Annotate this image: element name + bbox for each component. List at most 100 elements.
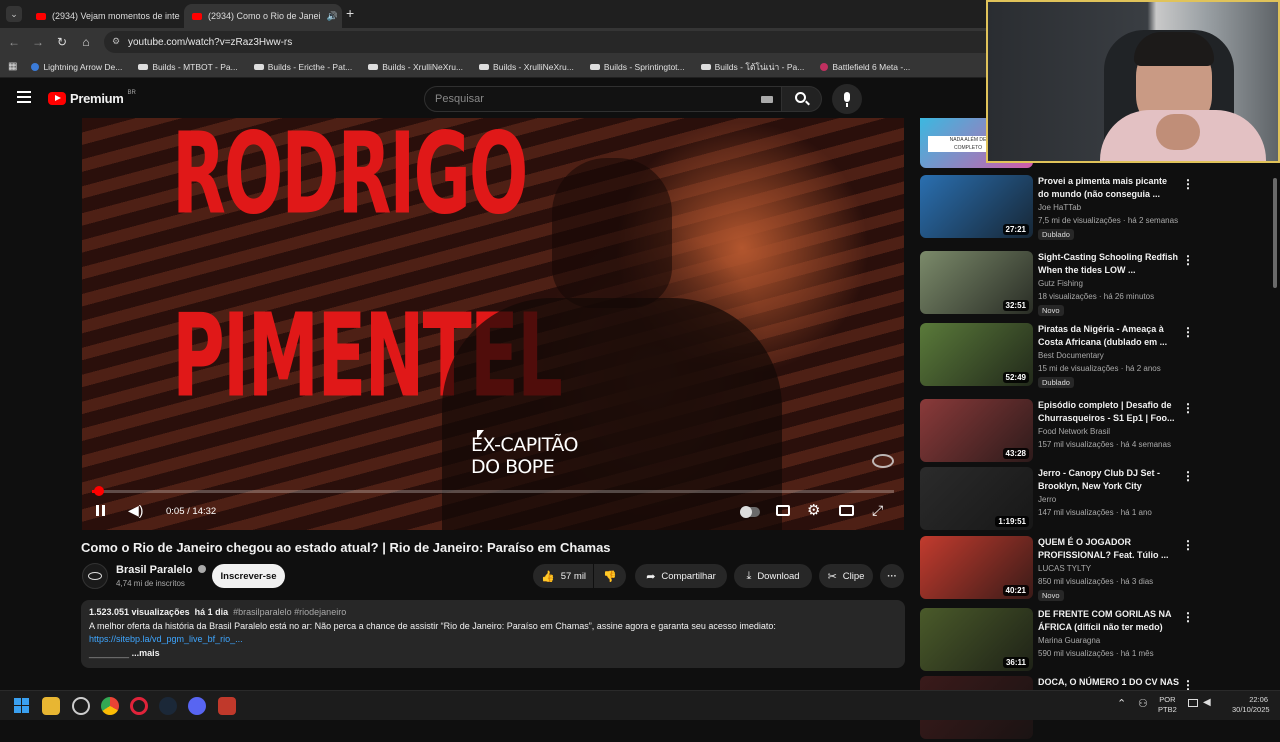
tab-search-icon[interactable]: ⌄	[6, 6, 22, 22]
site-info-icon[interactable]: ⚙	[112, 36, 120, 47]
bookmark-item[interactable]: Lightning Arrow De...	[31, 62, 122, 72]
recommendation-item[interactable]: 43:28 Episódio completo | Desafio de Chur…	[920, 399, 1200, 465]
new-tab-button[interactable]: +	[346, 5, 354, 21]
download-button[interactable]: ⤓ Download	[734, 564, 812, 588]
recommendation-thumbnail[interactable]: 27:21	[920, 175, 1033, 238]
home-button[interactable]: ⌂	[74, 35, 98, 49]
recommendation-item[interactable]: 36:11 DE FRENTE COM GORILAS NA ÁFRICA (di…	[920, 608, 1200, 674]
clock[interactable]: 22:06 30/10/2025	[1232, 695, 1270, 715]
channel-avatar[interactable]	[82, 563, 108, 589]
recommendation-thumbnail[interactable]: 40:21	[920, 536, 1033, 599]
voice-search-button[interactable]	[832, 84, 862, 114]
bookmark-item[interactable]: Builds - XrulliNeXru...	[479, 62, 574, 72]
recommendation-channel[interactable]: Best Documentary	[1038, 351, 1104, 360]
volume-button[interactable]: ◀)	[128, 502, 143, 519]
pause-button[interactable]	[96, 504, 105, 519]
recommendation-thumbnail[interactable]: 36:11	[920, 608, 1033, 671]
discord-icon[interactable]	[188, 697, 206, 715]
more-vertical-icon[interactable]: ⋮	[1182, 469, 1194, 483]
clip-button[interactable]: ✂ Clipe	[819, 564, 873, 588]
subtitles-button[interactable]	[776, 505, 790, 516]
forward-button[interactable]: →	[26, 35, 50, 49]
recommendation-thumbnail[interactable]: 1:19:51	[920, 467, 1033, 530]
subscribe-button[interactable]: Inscrever-se	[212, 564, 285, 588]
tray-speaker-icon[interactable]: ◀	[1203, 697, 1211, 708]
tray-chevron-icon[interactable]: ⌃	[1117, 697, 1126, 710]
description-link[interactable]: https://sitebp.la/vd_pgm_live_bf_rio_...	[89, 633, 897, 647]
tab-active[interactable]: (2934) Como o Rio de Janei 🔊 ×	[184, 4, 342, 28]
recommendation-channel[interactable]: Food Network Brasil	[1038, 427, 1110, 436]
recommendation-channel[interactable]: Gutz Fishing	[1038, 279, 1083, 288]
bookmark-item[interactable]: Builds - XrulliNeXru...	[368, 62, 463, 72]
recommendation-title[interactable]: DOCA, O NÚMERO 1 DO CV NAS	[1038, 676, 1180, 689]
bookmark-item[interactable]: Battlefield 6 Meta -...	[820, 62, 910, 72]
video-progress-bar[interactable]	[92, 486, 894, 496]
dislike-button[interactable]: 👎	[594, 564, 626, 588]
recommendation-item[interactable]: 40:21 QUEM É O JOGADOR PROFISSIONAL? Feat…	[920, 536, 1200, 602]
file-explorer-icon[interactable]	[42, 697, 60, 715]
recommendation-title[interactable]: QUEM É O JOGADOR PROFISSIONAL? Feat. Túl…	[1038, 536, 1180, 562]
app-icon-1[interactable]	[72, 697, 90, 715]
recommendation-channel[interactable]: Joe HaTTab	[1038, 203, 1081, 212]
hashtags[interactable]: #brasilparalelo #riodejaneiro	[233, 607, 346, 617]
recommendation-title[interactable]: Provei a pimenta mais picante do mundo (…	[1038, 175, 1180, 201]
description-box[interactable]: 1.523.051 visualizações há 1 dia #brasil…	[81, 600, 905, 668]
recommendation-item[interactable]: 27:21 Provei a pimenta mais picante do mu…	[920, 175, 1200, 241]
scrollbar-thumb[interactable]	[1273, 178, 1277, 288]
windows-start-icon[interactable]	[13, 697, 31, 715]
more-vertical-icon[interactable]: ⋮	[1182, 253, 1194, 267]
bookmark-item[interactable]: Builds - Ericthe - Pat...	[253, 62, 352, 72]
recommendation-thumbnail[interactable]: 43:28	[920, 399, 1033, 462]
recommendation-item[interactable]: 32:51 Sight-Casting Schooling Redfish Whe…	[920, 251, 1200, 317]
recommendation-thumbnail[interactable]: 52:49	[920, 323, 1033, 386]
recommendation-channel[interactable]: Marina Guaragna	[1038, 636, 1100, 645]
reload-button[interactable]: ↻	[50, 35, 74, 49]
more-vertical-icon[interactable]: ⋮	[1182, 538, 1194, 552]
recommendation-item[interactable]: 52:49 Piratas da Nigéria - Ameaça à Costa…	[920, 323, 1200, 389]
keyboard-icon[interactable]	[761, 96, 773, 103]
channel-name[interactable]: Brasil Paralelo	[116, 564, 206, 576]
page-scrollbar[interactable]	[1272, 118, 1278, 690]
tab-audio-icon[interactable]: 🔊	[327, 11, 338, 22]
show-more-button[interactable]: ...mais	[132, 648, 160, 658]
menu-hamburger-icon[interactable]	[17, 91, 31, 103]
fullscreen-button[interactable]: ⤢	[872, 502, 883, 519]
like-button[interactable]: 👍 57 mil	[533, 564, 593, 588]
recommendation-title[interactable]: DE FRENTE COM GORILAS NA ÁFRICA (difícil…	[1038, 608, 1180, 634]
more-vertical-icon[interactable]: ⋮	[1182, 177, 1194, 191]
theater-mode-button[interactable]	[839, 505, 854, 516]
share-button[interactable]: ➦ Compartilhar	[635, 564, 727, 588]
autoplay-toggle[interactable]	[740, 506, 760, 518]
bookmark-item[interactable]: Builds - Sprintingtot...	[589, 62, 685, 72]
bookmark-item[interactable]: Builds - โต้โน่เน่า - Pa...	[700, 60, 804, 74]
video-player[interactable]: RODRIGO PIMENTEL EX-CAPITÃO DO BOPE ◀) 0…	[82, 118, 904, 530]
keyboard-language[interactable]: POR PTB2	[1158, 695, 1177, 715]
tray-display-icon[interactable]	[1188, 699, 1198, 707]
search-input[interactable]: Pesquisar	[424, 86, 782, 112]
apps-grid-icon[interactable]: ▦	[8, 61, 17, 72]
url-input[interactable]: ⚙ youtube.com/watch?v=zRaz3Hww-rs	[104, 31, 1004, 53]
opera-icon[interactable]	[130, 697, 148, 715]
recommendation-title[interactable]: Jerro - Canopy Club DJ Set - Brooklyn, N…	[1038, 467, 1180, 493]
app-icon-2[interactable]	[218, 697, 236, 715]
recommendation-title[interactable]: Sight-Casting Schooling Redfish When the…	[1038, 251, 1180, 277]
steam-icon[interactable]	[159, 697, 177, 715]
tray-network-icon[interactable]: ⚇	[1138, 697, 1148, 710]
more-actions-button[interactable]: ···	[880, 564, 904, 588]
recommendation-thumbnail[interactable]: 32:51	[920, 251, 1033, 314]
back-button[interactable]: ←	[2, 35, 26, 49]
more-vertical-icon[interactable]: ⋮	[1182, 610, 1194, 624]
youtube-logo[interactable]: Premium BR	[48, 90, 136, 106]
tab-inactive[interactable]: (2934) Vejam momentos de inte ×	[28, 4, 180, 28]
recommendation-channel[interactable]: Jerro	[1038, 495, 1056, 504]
recommendation-channel[interactable]: LUCAS TYLTY	[1038, 564, 1091, 573]
more-vertical-icon[interactable]: ⋮	[1182, 325, 1194, 339]
progress-scrubber-handle[interactable]	[93, 486, 104, 496]
recommendation-title[interactable]: Piratas da Nigéria - Ameaça à Costa Afri…	[1038, 323, 1180, 349]
channel-watermark-icon[interactable]	[872, 454, 894, 468]
chrome-icon[interactable]	[101, 697, 119, 715]
bookmark-item[interactable]: Builds - MTBOT - Pa...	[138, 62, 238, 72]
more-vertical-icon[interactable]: ⋮	[1182, 401, 1194, 415]
search-button[interactable]	[782, 86, 822, 112]
recommendation-item[interactable]: 1:19:51 Jerro - Canopy Club DJ Set - Broo…	[920, 467, 1200, 533]
